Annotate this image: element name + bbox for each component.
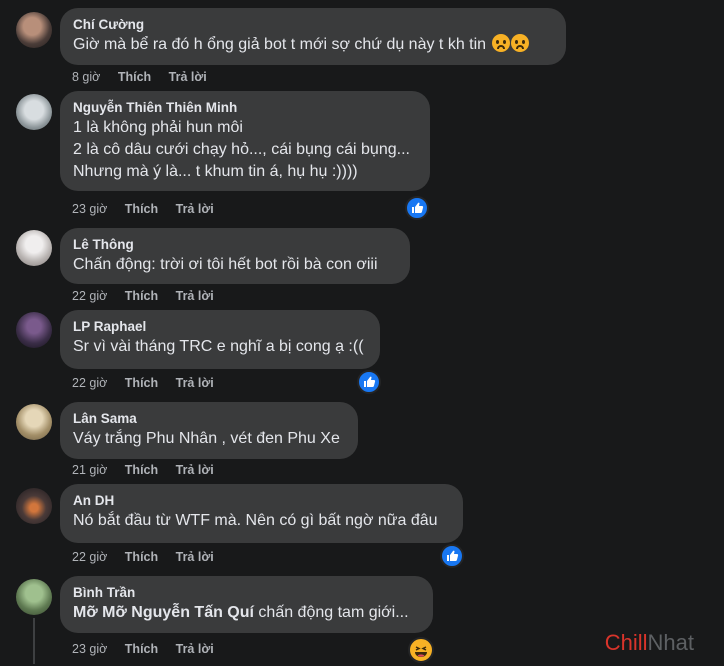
comment-time[interactable]: 22 giờ bbox=[72, 288, 107, 304]
reply-link[interactable]: Trả lời bbox=[176, 549, 214, 565]
comment-time[interactable]: 21 giờ bbox=[72, 462, 107, 478]
comment-bubble: An DH Nó bắt đầu từ WTF mà. Nên có gì bấ… bbox=[60, 484, 463, 543]
like-reaction-icon[interactable] bbox=[405, 196, 429, 220]
watermark-logo: ChillNhat bbox=[605, 630, 694, 656]
reply-link[interactable]: Trả lời bbox=[176, 462, 214, 478]
like-link[interactable]: Thích bbox=[125, 201, 158, 217]
comment-bubble: Lê Thông Chấn động: trời ơi tôi hết bot … bbox=[60, 228, 410, 284]
sad-emoji-icon bbox=[510, 34, 529, 52]
comment-time[interactable]: 23 giờ bbox=[72, 641, 107, 657]
comment-text-line: 2 là cô dâu cưới chạy hỏ..., cái bụng cá… bbox=[73, 141, 410, 158]
comment-text-line: 1 là không phải hun môi bbox=[73, 119, 243, 136]
comment-author[interactable]: Lê Thông bbox=[73, 236, 398, 254]
comment-meta: 22 giờ Thích Trả lời bbox=[72, 375, 228, 391]
like-link[interactable]: Thích bbox=[125, 375, 158, 391]
like-link[interactable]: Thích bbox=[118, 69, 151, 85]
comment-text-content: chấn động tam giới... bbox=[253, 604, 409, 621]
comment-text: Mỡ Mỡ Nguyễn Tấn Quí chấn động tam giới.… bbox=[73, 602, 421, 624]
comment-time[interactable]: 8 giờ bbox=[72, 69, 100, 85]
comment-text: Chấn động: trời ơi tôi hết bot rồi bà co… bbox=[73, 256, 378, 273]
comment-bubble: Lân Sama Váy trắng Phu Nhân , vét đen Ph… bbox=[60, 402, 358, 459]
watermark-part-2: Nhat bbox=[647, 630, 694, 655]
comment-text: Nó bắt đầu từ WTF mà. Nên có gì bất ngờ … bbox=[73, 512, 438, 529]
comment-author[interactable]: Bình Trần bbox=[73, 584, 421, 602]
reply-link[interactable]: Trả lời bbox=[176, 201, 214, 217]
comment-time[interactable]: 23 giờ bbox=[72, 201, 107, 217]
comment-author[interactable]: LP Raphael bbox=[73, 318, 368, 336]
haha-reaction-icon[interactable] bbox=[408, 637, 434, 663]
avatar[interactable] bbox=[16, 312, 52, 348]
comment-author[interactable]: An DH bbox=[73, 492, 451, 510]
comment-meta: 21 giờ Thích Trả lời bbox=[72, 462, 228, 478]
sad-emoji-icon bbox=[491, 34, 510, 52]
thread-line bbox=[33, 618, 35, 664]
comment-author[interactable]: Lân Sama bbox=[73, 410, 346, 428]
avatar[interactable] bbox=[16, 12, 52, 48]
avatar[interactable] bbox=[16, 404, 52, 440]
mention-link[interactable]: Mỡ Mỡ Nguyễn Tấn Quí bbox=[73, 604, 254, 621]
reply-link[interactable]: Trả lời bbox=[176, 288, 214, 304]
comment-bubble: Nguyễn Thiên Thiên Minh 1 là không phải … bbox=[60, 91, 430, 191]
avatar[interactable] bbox=[16, 94, 52, 130]
comment-meta: 8 giờ Thích Trả lời bbox=[72, 69, 221, 85]
like-link[interactable]: Thích bbox=[125, 549, 158, 565]
avatar[interactable] bbox=[16, 488, 52, 524]
comment-bubble: Chí Cường Giờ mà bể ra đó h ổng giả bot … bbox=[60, 8, 566, 65]
comment-meta: 22 giờ Thích Trả lời bbox=[72, 288, 228, 304]
comment-meta: 23 giờ Thích Trả lời bbox=[72, 641, 228, 657]
comment-text-line: Nhưng mà ý là... t khum tin á, hụ hụ :))… bbox=[73, 163, 358, 180]
like-link[interactable]: Thích bbox=[125, 288, 158, 304]
comment-author[interactable]: Chí Cường bbox=[73, 16, 554, 34]
watermark-part-1: Chill bbox=[604, 630, 648, 655]
comment-text: Váy trắng Phu Nhân , vét đen Phu Xe bbox=[73, 430, 340, 447]
comment-time[interactable]: 22 giờ bbox=[72, 375, 107, 391]
comment-bubble: LP Raphael Sr vì vài tháng TRC e nghĩ a … bbox=[60, 310, 380, 369]
comment-text: Giờ mà bể ra đó h ổng giả bot t mới sợ c… bbox=[73, 34, 554, 56]
comment-bubble: Bình Trần Mỡ Mỡ Nguyễn Tấn Quí chấn động… bbox=[60, 576, 433, 633]
reply-link[interactable]: Trả lời bbox=[176, 641, 214, 657]
comment-time[interactable]: 22 giờ bbox=[72, 549, 107, 565]
comment-text-content: Giờ mà bể ra đó h ổng giả bot t mới sợ c… bbox=[73, 36, 487, 53]
comment-meta: 23 giờ Thích Trả lời bbox=[72, 201, 228, 217]
comment-text: Sr vì vài tháng TRC e nghĩ a bị cong ạ :… bbox=[73, 338, 364, 355]
reply-link[interactable]: Trả lời bbox=[169, 69, 207, 85]
like-reaction-icon[interactable] bbox=[440, 544, 464, 568]
like-link[interactable]: Thích bbox=[125, 462, 158, 478]
avatar[interactable] bbox=[16, 230, 52, 266]
like-link[interactable]: Thích bbox=[125, 641, 158, 657]
like-reaction-icon[interactable] bbox=[357, 370, 381, 394]
comment-meta: 22 giờ Thích Trả lời bbox=[72, 549, 228, 565]
reply-link[interactable]: Trả lời bbox=[176, 375, 214, 391]
avatar[interactable] bbox=[16, 579, 52, 615]
comment-author[interactable]: Nguyễn Thiên Thiên Minh bbox=[73, 99, 418, 117]
